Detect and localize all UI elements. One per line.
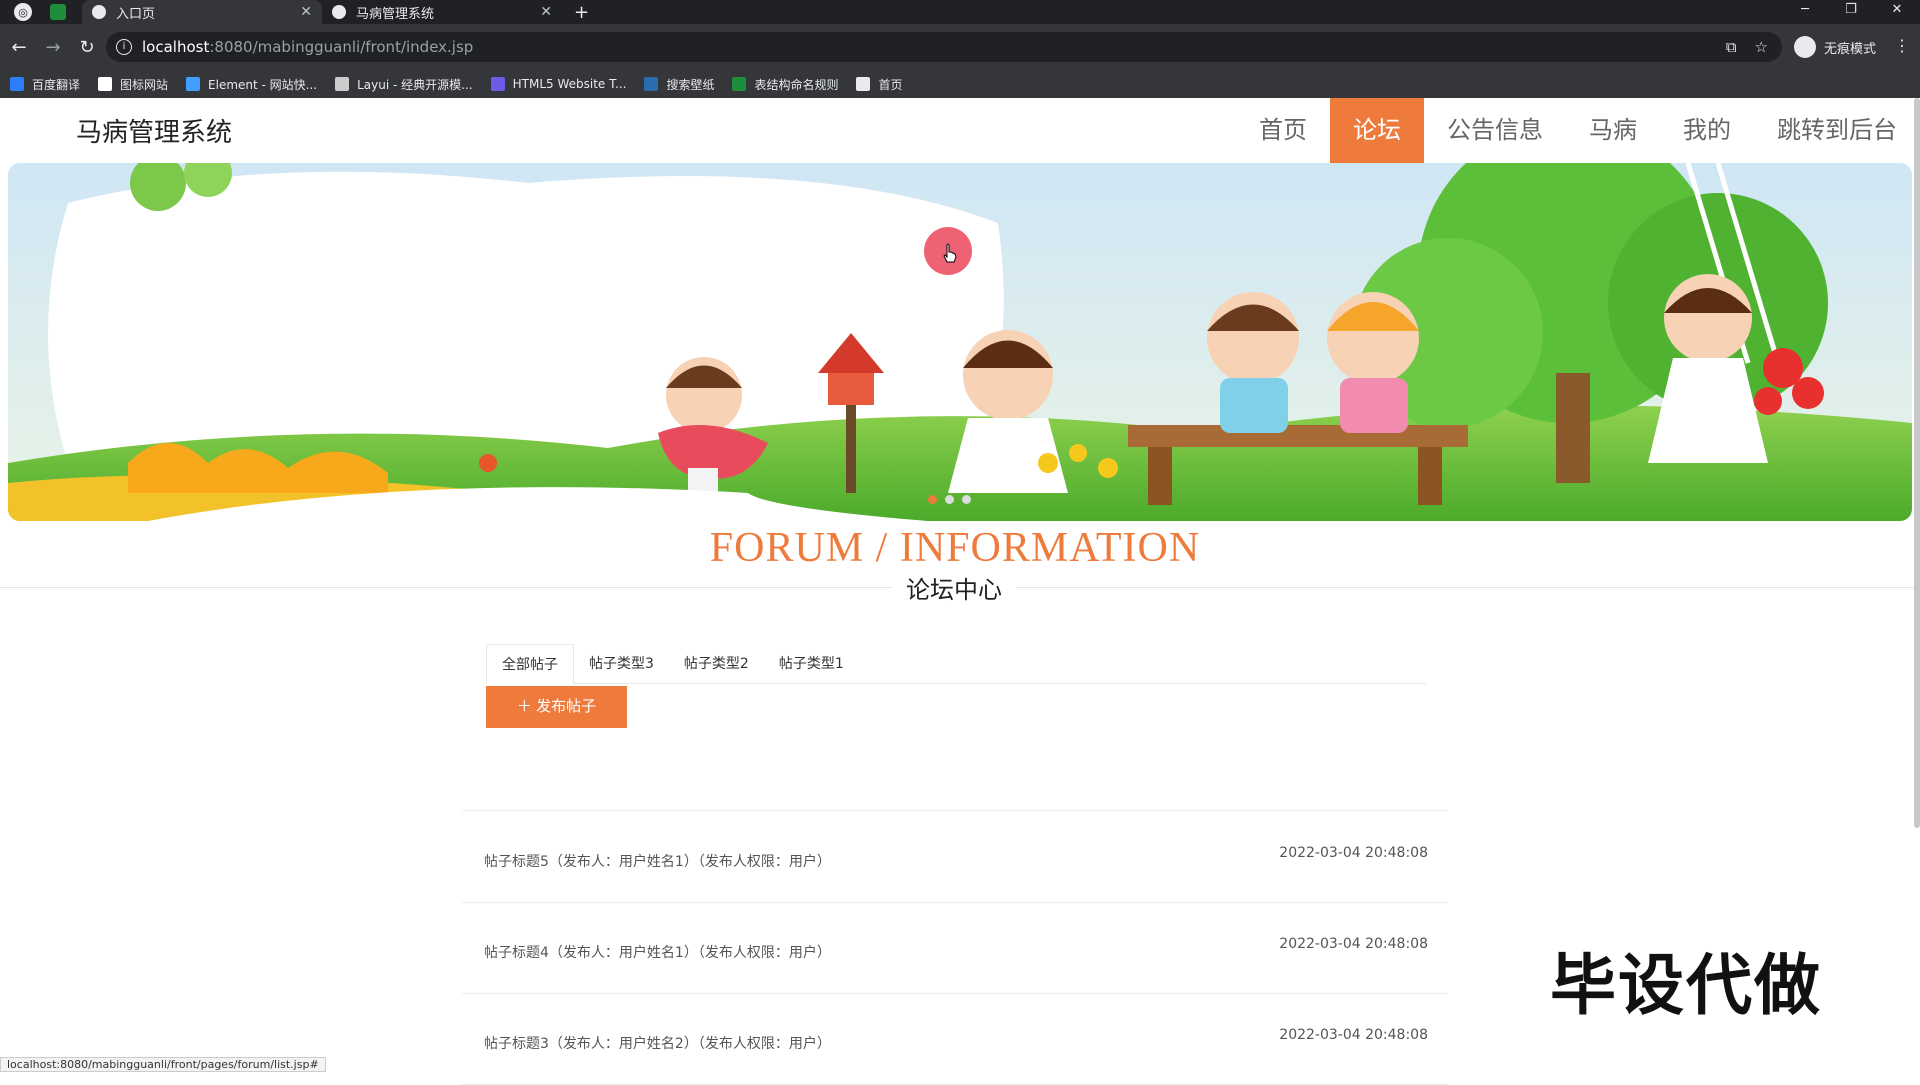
url-path: :8080/mabingguanli/front/index.jsp (209, 38, 474, 56)
nav-item[interactable]: 公告信息 (1424, 98, 1566, 163)
carousel-dot[interactable] (945, 495, 954, 504)
reload-icon[interactable]: ↻ (72, 37, 102, 58)
bookmarks-bar: 百度翻译 图标网站 Element - 网站快... Layui - 经典开源模...… (0, 70, 1920, 98)
forum-tab[interactable]: 帖子类型3 (574, 644, 669, 684)
main-nav: 首页 论坛 公告信息 马病 我的 跳转到后台 (1236, 98, 1920, 163)
post-row[interactable]: 帖子标题4（发布人：用户姓名1）（发布人权限：用户） 2022-03-04 20:… (462, 902, 1448, 994)
bookmark-label: HTML5 Website T... (512, 77, 627, 91)
carousel-banner[interactable] (8, 163, 1912, 521)
bookmark-item[interactable]: Layui - 经典开源模... (335, 76, 473, 93)
browser-tab-title: 入口页 (116, 6, 156, 22)
globe-icon (856, 77, 871, 91)
bookmark-item[interactable]: 首页 (856, 76, 903, 93)
bookmark-label: Layui - 经典开源模... (357, 77, 473, 92)
window-controls: ─ ❐ ✕ (1782, 0, 1920, 24)
globe-icon (332, 5, 346, 19)
site-title: 马病管理系统 (76, 118, 233, 148)
bookmark-star-icon[interactable]: ☆ (1755, 38, 1768, 56)
url-host: localhost (142, 38, 210, 56)
wallpaper-icon (644, 77, 659, 91)
browser-tab-title: 马病管理系统 (356, 6, 435, 22)
page-scrollbar[interactable] (1914, 98, 1920, 828)
status-bar-url: localhost:8080/mabingguanli/front/pages/… (0, 1057, 326, 1072)
forum-tab[interactable]: 全部帖子 (486, 644, 574, 684)
site-info-icon[interactable]: i (116, 39, 132, 55)
post-date: 2022-03-04 20:48:08 (1279, 1027, 1428, 1043)
sheet-icon (732, 77, 747, 91)
section-title-en: FORUM / INFORMATION (709, 525, 1201, 571)
watermark-text: 毕设代做 (1550, 947, 1822, 1024)
nav-item[interactable]: 论坛 (1330, 98, 1424, 163)
pinned-sheet-tab-icon[interactable] (50, 4, 66, 20)
address-toolbar: ← → ↻ i localhost:8080/mabingguanli/fron… (0, 24, 1920, 70)
site-header: 马病管理系统 首页 论坛 公告信息 马病 我的 跳转到后台 (0, 98, 1920, 163)
post-date: 2022-03-04 20:48:08 (1279, 936, 1428, 952)
new-tab-icon[interactable]: + (574, 2, 589, 23)
carousel-dots (928, 495, 971, 504)
incognito-profile[interactable]: 无痕模式 (1793, 36, 1876, 58)
bookmark-label: 百度翻译 (32, 77, 81, 92)
nav-item[interactable]: 首页 (1236, 98, 1330, 163)
post-title[interactable]: 帖子标题3（发布人：用户姓名2）（发布人权限：用户） (484, 1033, 831, 1053)
bookmark-label: 表结构命名规则 (754, 77, 839, 92)
html5-icon (490, 77, 505, 91)
window-close-icon[interactable]: ✕ (1874, 0, 1920, 24)
publish-post-button[interactable]: ＋ 发布帖子 (486, 686, 627, 728)
translate-icon[interactable]: ⧉ (1726, 38, 1737, 56)
post-title[interactable]: 帖子标题5（发布人：用户姓名1）（发布人权限：用户） (484, 851, 831, 871)
post-row[interactable]: 帖子标题3（发布人：用户姓名2）（发布人权限：用户） 2022-03-04 20:… (462, 993, 1448, 1085)
carousel-dot[interactable] (928, 495, 937, 504)
more-menu-icon[interactable]: ⋮ (1894, 36, 1910, 55)
nav-item[interactable]: 我的 (1660, 98, 1754, 163)
bookmark-label: 首页 (878, 77, 903, 92)
section-title-cn: 论坛中心 (892, 570, 1016, 605)
translate-icon (10, 77, 24, 91)
browser-tab-system[interactable]: 马病管理系统 ✕ (322, 0, 562, 24)
bookmark-item[interactable]: 图标网站 (98, 76, 168, 93)
profile-label: 无痕模式 (1823, 41, 1876, 57)
nav-item[interactable]: 马病 (1566, 98, 1660, 163)
layui-icon (335, 77, 350, 91)
plus-icon: ＋ (516, 698, 537, 715)
post-title[interactable]: 帖子标题4（发布人：用户姓名1）（发布人权限：用户） (484, 942, 831, 962)
chrome-menu-icon[interactable]: ◎ (14, 3, 32, 21)
minimize-icon[interactable]: ─ (1782, 0, 1828, 24)
close-tab-icon[interactable]: ✕ (300, 4, 312, 20)
url-bar[interactable]: i localhost:8080/mabingguanli/front/inde… (106, 32, 1782, 62)
bookmark-item[interactable]: HTML5 Website T... (490, 77, 627, 91)
element-icon (186, 77, 201, 91)
incognito-icon (1793, 36, 1816, 58)
carousel-dot[interactable] (962, 495, 971, 504)
hand-cursor-icon (943, 243, 957, 263)
bookmark-label: 搜索壁纸 (666, 77, 715, 92)
bookmark-item[interactable]: 百度翻译 (10, 76, 80, 93)
back-icon[interactable]: ← (4, 37, 34, 58)
forum-type-tabs: 全部帖子 帖子类型3 帖子类型2 帖子类型1 (486, 644, 1426, 684)
post-row[interactable]: 帖子标题5（发布人：用户姓名1）（发布人权限：用户） 2022-03-04 20:… (462, 811, 1448, 903)
bookmark-item[interactable]: 表结构命名规则 (732, 76, 838, 93)
forum-tab[interactable]: 帖子类型2 (669, 644, 764, 684)
bookmark-label: Element - 网站快... (208, 77, 318, 92)
bookmark-label: 图标网站 (120, 77, 169, 92)
bookmark-item[interactable]: Element - 网站快... (186, 76, 317, 93)
globe-icon (92, 5, 106, 19)
forward-icon[interactable]: → (38, 37, 68, 58)
browser-tab-entry[interactable]: 入口页 ✕ (82, 0, 322, 24)
restore-icon[interactable]: ❐ (1828, 0, 1874, 24)
flag-icon (98, 77, 113, 91)
nav-item[interactable]: 跳转到后台 (1754, 98, 1920, 163)
banner-illustration (8, 163, 1912, 521)
post-date: 2022-03-04 20:48:08 (1279, 845, 1428, 861)
close-tab-icon[interactable]: ✕ (540, 4, 552, 20)
bookmark-item[interactable]: 搜索壁纸 (644, 76, 714, 93)
forum-tab[interactable]: 帖子类型1 (764, 644, 859, 684)
click-indicator (924, 227, 972, 275)
browser-tab-strip: ◎ 入口页 ✕ 马病管理系统 ✕ + ─ ❐ ✕ (0, 0, 1920, 24)
publish-post-label: 发布帖子 (536, 698, 597, 715)
